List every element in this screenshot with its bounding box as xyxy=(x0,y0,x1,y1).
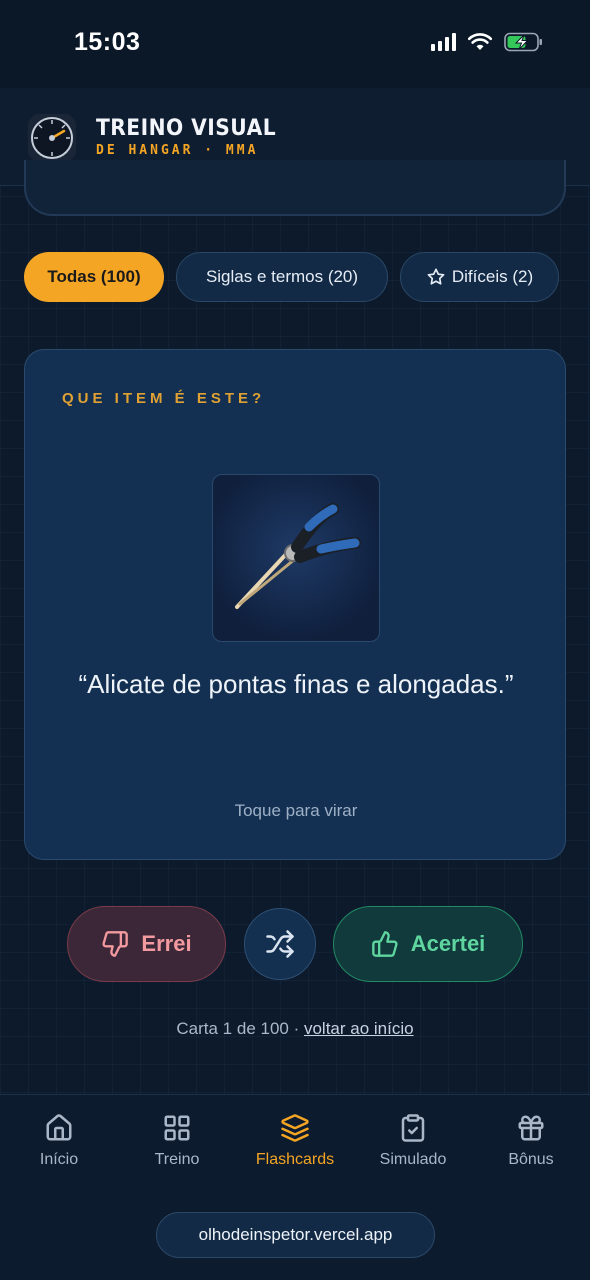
brand-subtitle: DE HANGAR · MMA xyxy=(96,143,259,158)
nav-label: Simulado xyxy=(379,1151,447,1168)
url-text: olhodeinspetor.vercel.app xyxy=(198,1225,393,1244)
signal-icon xyxy=(431,33,456,51)
filter-label: Difíceis (2) xyxy=(451,267,534,286)
back-to-start-link[interactable]: voltar ao início xyxy=(304,1019,414,1038)
bottom-nav: Início Treino Flashcards Simulado Bônus … xyxy=(0,1094,590,1280)
nav-simulation[interactable]: Simulado xyxy=(354,1113,472,1169)
status-time: 15:03 xyxy=(74,28,141,56)
correct-button[interactable]: Acertei xyxy=(333,906,523,982)
pliers-image xyxy=(212,474,380,642)
filter-acronyms[interactable]: Siglas e termos (20) xyxy=(176,252,388,302)
star-icon xyxy=(427,268,445,285)
url-bar[interactable]: olhodeinspetor.vercel.app xyxy=(156,1212,435,1258)
filter-all[interactable]: Todas (100) xyxy=(24,252,164,302)
thumbs-down-icon xyxy=(102,931,129,957)
gift-icon xyxy=(518,1115,544,1141)
home-icon xyxy=(46,1114,72,1141)
card-answer-text: “Alicate de pontas finas e alongadas.” xyxy=(78,669,514,699)
shuffle-button[interactable] xyxy=(244,908,316,980)
battery-charging-icon xyxy=(504,32,542,52)
gauge-icon xyxy=(28,114,76,162)
thumbs-up-icon xyxy=(371,931,398,957)
status-bar: 15:03 xyxy=(0,0,590,88)
wrong-button-label: Errei xyxy=(141,931,192,956)
wrong-button[interactable]: Errei xyxy=(67,906,226,982)
nav-label: Bônus xyxy=(508,1151,554,1168)
nav-label: Flashcards xyxy=(255,1151,335,1168)
card-counter: Carta 1 de 100 · voltar ao início xyxy=(0,1019,590,1039)
correct-button-label: Acertei xyxy=(410,931,486,956)
filter-difficult[interactable]: Difíceis (2) xyxy=(400,252,559,302)
card-flip-hint: Toque para virar xyxy=(234,801,358,820)
status-icons xyxy=(431,32,544,52)
flashcard[interactable]: QUE ITEM É ESTE? “Alicate de pontas fina… xyxy=(24,349,566,860)
clipboard-check-icon xyxy=(401,1114,425,1142)
card-counter-text: Carta 1 de 100 · xyxy=(176,1019,304,1038)
wifi-icon xyxy=(468,33,492,50)
brand-title: TREINO VISUAL xyxy=(96,116,277,141)
grid-icon xyxy=(164,1115,190,1141)
card-question-label: QUE ITEM É ESTE? xyxy=(62,390,266,407)
nav-label: Treino xyxy=(154,1151,200,1168)
nav-home[interactable]: Início xyxy=(0,1113,118,1169)
filter-label: Todas (100) xyxy=(47,267,141,286)
filter-label: Siglas e termos (20) xyxy=(205,267,359,286)
nav-flashcards[interactable]: Flashcards xyxy=(236,1113,354,1169)
nav-label: Início xyxy=(39,1151,79,1168)
nav-training[interactable]: Treino xyxy=(118,1113,236,1169)
shuffle-icon xyxy=(266,930,294,958)
previous-card-edge xyxy=(24,160,566,216)
nav-bonus[interactable]: Bônus xyxy=(472,1113,590,1169)
layers-icon xyxy=(281,1114,309,1142)
